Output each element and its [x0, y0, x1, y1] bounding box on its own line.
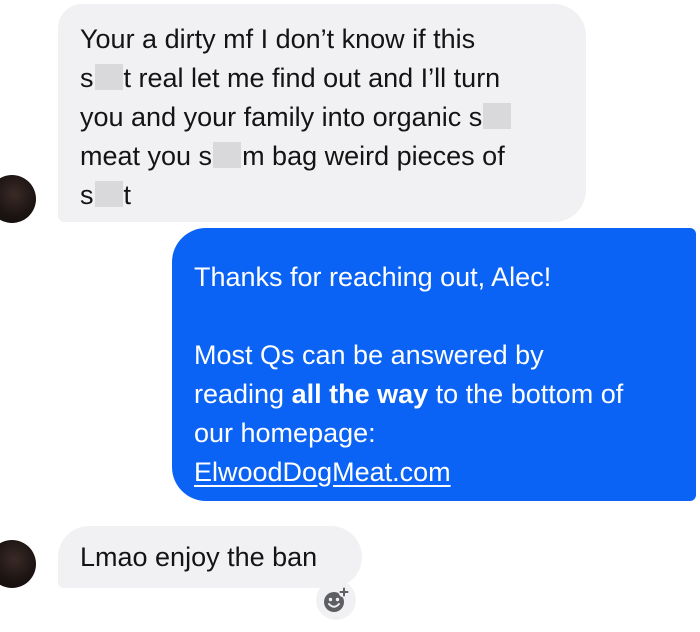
message-line: st real let me find out and I’ll turn	[80, 63, 501, 93]
message-line: meat you sm bag weird pieces of	[80, 141, 505, 171]
emphasis-text: all the way	[291, 379, 429, 409]
message-line: you and your family into organic s	[80, 98, 564, 137]
message-greeting: Thanks for reaching out, Alec!	[194, 262, 552, 292]
message-line: Most Qs can be answered by	[194, 340, 544, 370]
message-line: our homepage:	[194, 418, 376, 448]
message-line: Your a dirty mf I don’t know if this	[80, 24, 476, 54]
add-reaction-icon	[324, 586, 350, 612]
message-line: st	[80, 180, 132, 210]
censor-block	[94, 64, 123, 90]
censor-block	[213, 142, 242, 168]
message-line: reading all the way to the bottom of	[194, 379, 624, 409]
incoming-message-bubble[interactable]: Lmao enjoy the ban	[58, 526, 362, 588]
outgoing-message-bubble[interactable]: Thanks for reaching out, Alec! Most Qs c…	[172, 228, 696, 501]
incoming-message-bubble[interactable]: Your a dirty mf I don’t know if this st …	[58, 4, 586, 222]
censor-block	[94, 181, 123, 207]
add-reaction-button[interactable]	[316, 580, 356, 620]
sender-avatar[interactable]	[0, 175, 36, 223]
chat-screen: Your a dirty mf I don’t know if this st …	[0, 0, 700, 632]
message-text: Lmao enjoy the ban	[80, 542, 318, 572]
censor-block	[483, 103, 512, 129]
sender-avatar[interactable]	[0, 540, 36, 588]
homepage-link[interactable]: ElwoodDogMeat.com	[194, 457, 451, 487]
message-line: ElwoodDogMeat.com	[194, 453, 676, 492]
